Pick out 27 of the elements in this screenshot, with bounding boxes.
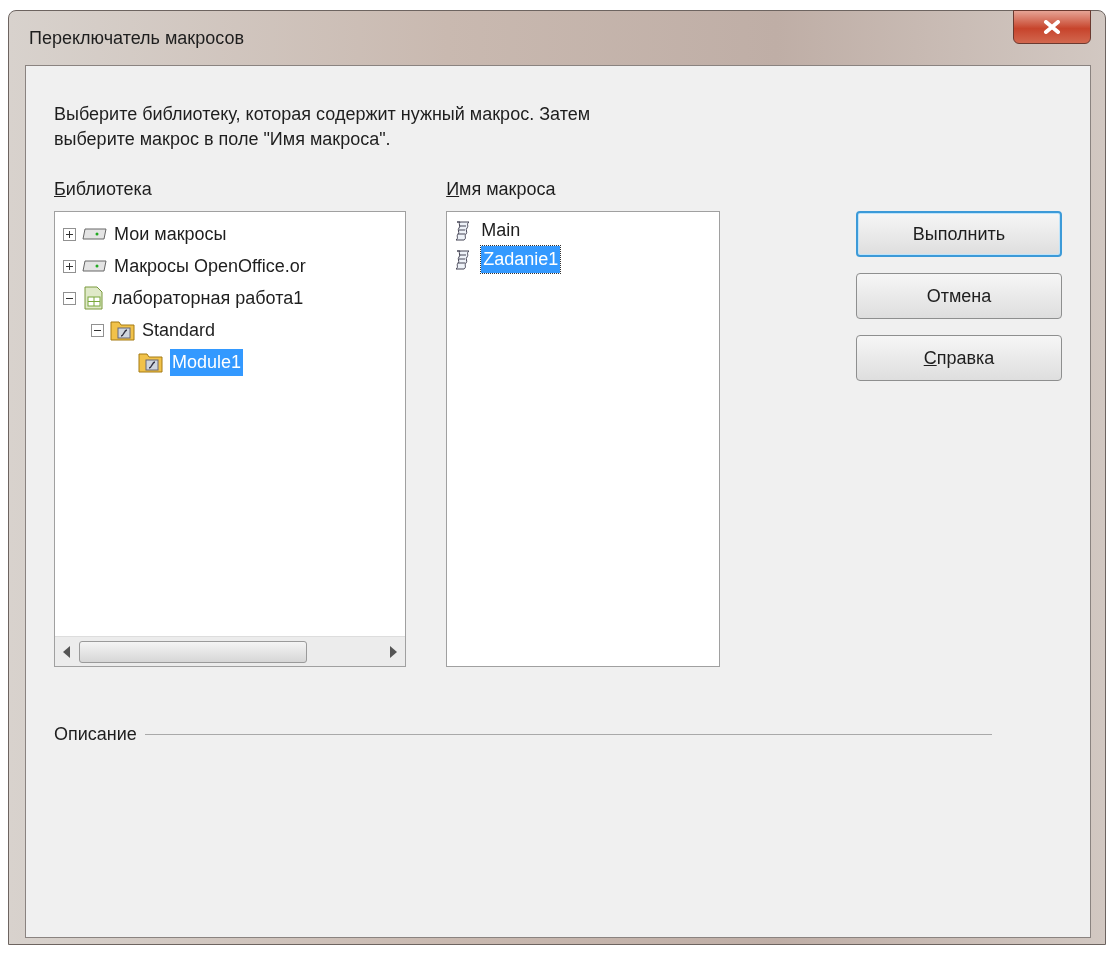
dialog-button[interactable]: Отмена [856, 273, 1062, 320]
library-label: Библиотека [54, 178, 153, 202]
window-title: Переключатель макросов [28, 26, 245, 50]
scroll-left-icon[interactable] [63, 645, 71, 658]
tree-item[interactable]: лабораторная работа1 [112, 284, 304, 312]
expand-icon[interactable] [63, 227, 76, 241]
collapse-icon[interactable] [91, 323, 104, 337]
macro-item[interactable]: Main [481, 217, 521, 245]
folder-icon [110, 319, 136, 342]
drive-icon [82, 226, 108, 243]
description-label: Описание [54, 723, 137, 747]
macro-name-label: Имя макроса [446, 178, 557, 202]
folder-icon [138, 351, 164, 374]
expand-icon[interactable] [63, 259, 76, 273]
close-button[interactable] [1013, 10, 1091, 44]
tree-item[interactable]: Standard [142, 316, 216, 344]
spreadsheet-icon [82, 285, 106, 312]
tree-item[interactable]: Макросы OpenOffice.or [114, 252, 306, 280]
dialog-button[interactable]: Справка [856, 335, 1062, 382]
instructions-text: Выберите библиотеку, которая содержит нужный макрос. Затем выберите макрос в поле "Имя макроса". [54, 103, 592, 152]
drive-icon [82, 258, 108, 275]
collapse-icon[interactable] [63, 291, 76, 305]
dialog-button[interactable]: Выполнить [856, 211, 1062, 258]
tree-item[interactable]: Мои макросы [114, 220, 227, 248]
close-icon [1043, 20, 1061, 34]
scroll-right-icon[interactable] [389, 645, 397, 658]
scrollbar-thumb[interactable] [79, 640, 307, 663]
